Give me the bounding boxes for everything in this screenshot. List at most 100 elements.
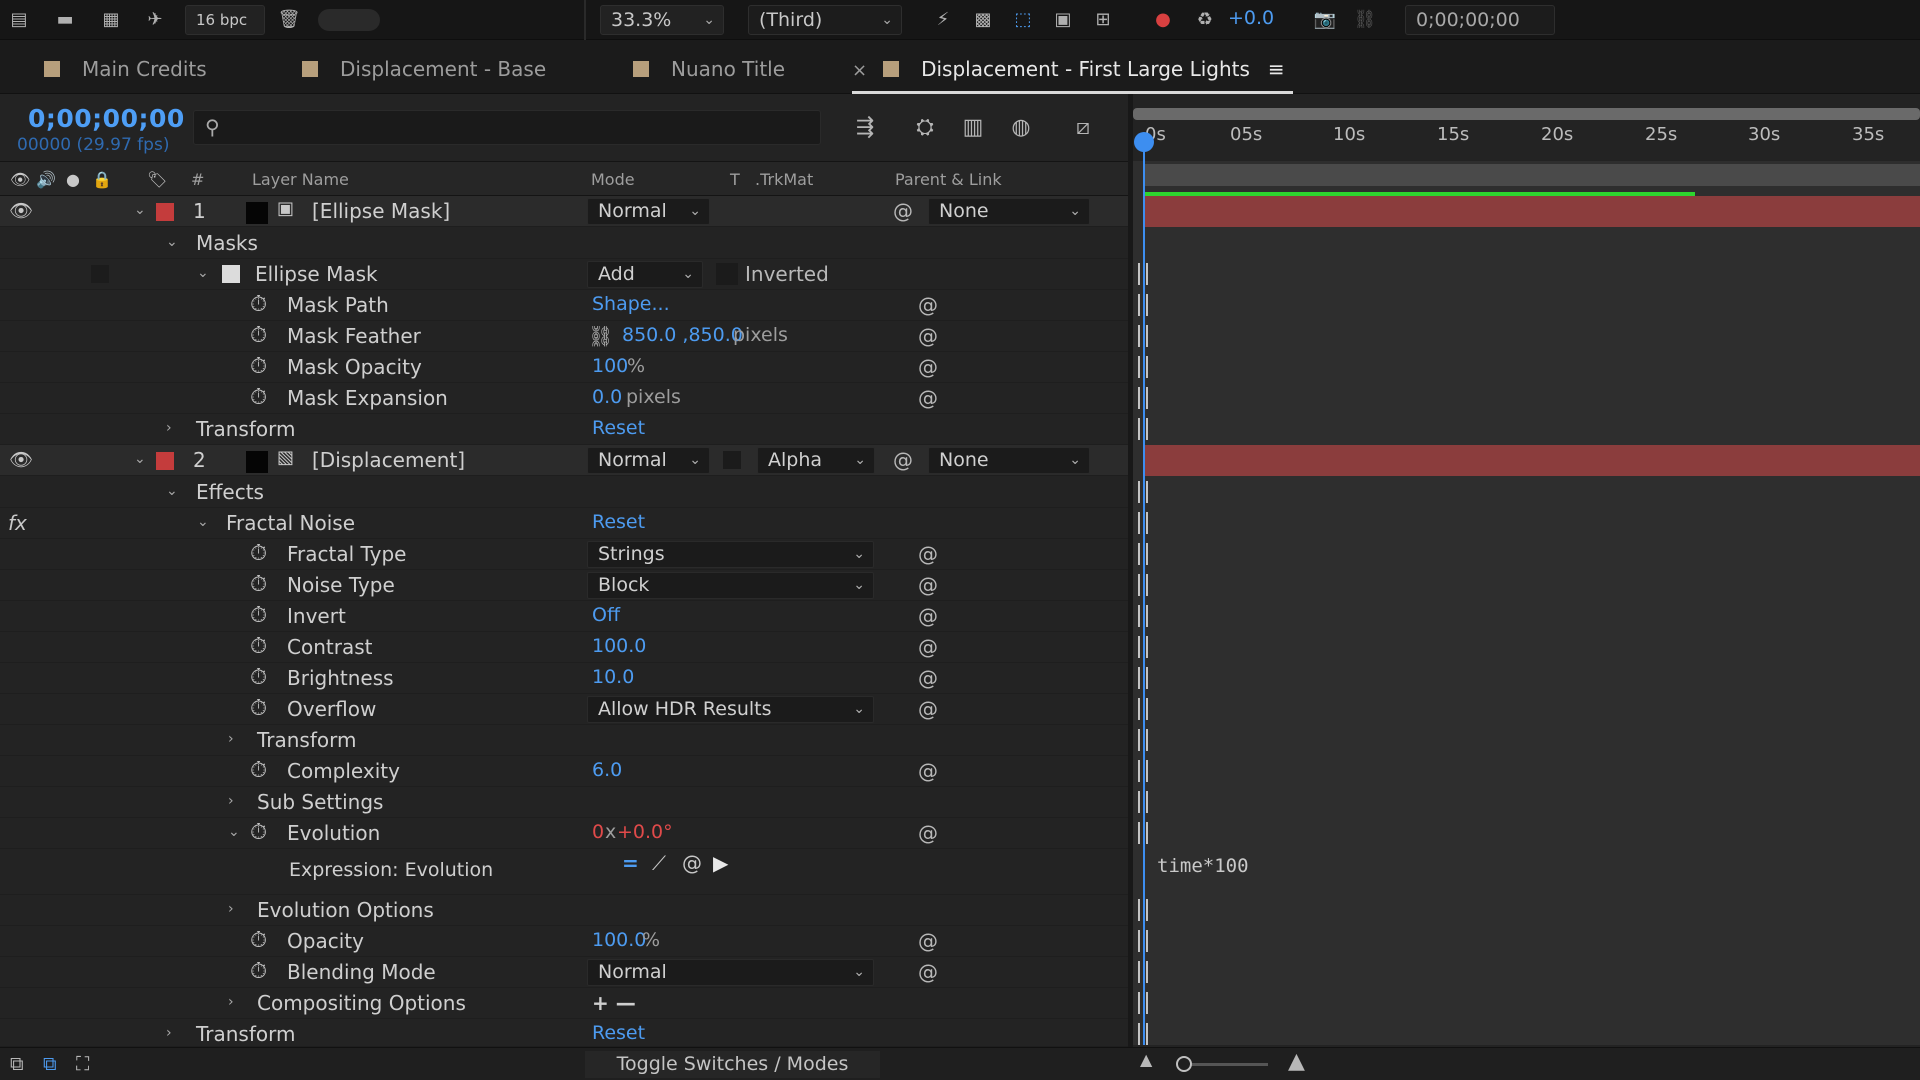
channel-icon[interactable]: ● <box>1150 9 1176 31</box>
motion-blur-icon[interactable]: ◍ <box>1006 114 1036 142</box>
expression-text-field[interactable]: time*100 <box>1157 855 1249 877</box>
layer-name[interactable]: [Ellipse Mask] <box>312 199 450 223</box>
parent-dropdown[interactable]: None ⌄ <box>928 447 1090 474</box>
stopwatch-icon[interactable]: ⏱ <box>250 665 267 690</box>
footage-icon[interactable]: ▦ <box>98 9 124 31</box>
constrain-link-icon[interactable]: ⛓ <box>588 324 613 348</box>
pick-whip-icon[interactable]: @ <box>918 635 938 659</box>
parent-dropdown[interactable]: None ⌄ <box>928 198 1090 225</box>
fx-icon[interactable]: fx <box>8 511 27 535</box>
evolution-revolutions[interactable]: 0 <box>592 821 604 843</box>
chevron-right-icon[interactable]: › <box>228 994 234 1010</box>
resolution-dropdown[interactable]: (Third) ⌄ <box>748 5 902 35</box>
opacity-value[interactable]: 100.0 <box>592 929 646 951</box>
layer-name[interactable]: [Displacement] <box>312 448 465 472</box>
pick-whip-icon[interactable]: @ <box>918 821 938 845</box>
zoom-slider-handle[interactable] <box>1176 1056 1192 1072</box>
chevron-down-icon[interactable]: ⌄ <box>134 202 146 218</box>
stopwatch-icon[interactable]: ⏱ <box>250 758 267 783</box>
layer-1-duration-bar[interactable] <box>1145 196 1920 227</box>
reset-link[interactable]: Reset <box>592 417 645 439</box>
pick-whip-icon[interactable]: @ <box>918 759 938 783</box>
in-out-duration-icon[interactable]: ⛶ <box>76 1053 89 1075</box>
stopwatch-icon[interactable]: ⏱ <box>250 603 267 628</box>
current-time-indicator-head[interactable] <box>1134 132 1154 152</box>
draft-3d-icon[interactable]: ⛭ <box>910 114 940 142</box>
invert-value[interactable]: Off <box>592 604 620 626</box>
chevron-right-icon[interactable]: › <box>228 793 234 809</box>
stopwatch-icon[interactable]: ⏱ <box>250 928 267 953</box>
ellipse-mask-row[interactable]: ⌄ Ellipse Mask Add ⌄ Inverted <box>0 259 1130 290</box>
tab-nuano-title[interactable]: Nuano Title <box>633 54 785 94</box>
transform-row-2[interactable]: › Transform Reset <box>0 1019 1130 1047</box>
trkmat-dropdown[interactable]: Alpha ⌄ <box>757 447 875 474</box>
stopwatch-icon[interactable]: ⏱ <box>250 696 267 721</box>
transform-row-1[interactable]: › Transform Reset <box>0 414 1130 445</box>
pick-whip-icon[interactable]: @ <box>893 448 913 472</box>
mask-color-swatch[interactable] <box>222 265 240 283</box>
transparency-grid-icon[interactable]: ▩ <box>970 9 996 31</box>
complexity-value[interactable]: 6.0 <box>592 759 622 781</box>
chevron-down-icon[interactable]: ⌄ <box>166 483 178 499</box>
pick-whip-icon[interactable]: @ <box>918 293 938 317</box>
chevron-right-icon[interactable]: › <box>228 901 234 917</box>
region-of-interest-icon[interactable]: ▣ <box>1050 9 1076 31</box>
pick-whip-icon[interactable]: @ <box>918 604 938 628</box>
audio-icon[interactable]: 🔊 <box>36 170 56 189</box>
zoom-in-icon[interactable]: ▲ <box>1288 1049 1305 1074</box>
panel-menu-icon[interactable]: ≡ <box>1268 57 1285 81</box>
video-visibility-icon[interactable]: 👁 <box>10 170 30 189</box>
pick-whip-icon[interactable]: @ <box>918 386 938 410</box>
tab-displacement-first-large-lights[interactable]: × Displacement - First Large Lights ≡ <box>852 54 1293 94</box>
close-icon[interactable]: × <box>852 60 867 81</box>
timeline-track-area[interactable] <box>1133 161 1920 1045</box>
sub-settings-row[interactable]: › Sub Settings <box>0 787 1130 818</box>
label-color[interactable] <box>156 452 174 470</box>
chevron-right-icon[interactable]: › <box>166 1025 172 1041</box>
time-navigator-bar[interactable] <box>1133 108 1920 120</box>
contrast-value[interactable]: 100.0 <box>592 635 646 657</box>
mask-lock-box[interactable] <box>91 265 109 283</box>
tab-main-credits[interactable]: Main Credits <box>44 54 207 94</box>
layer-row-2[interactable]: 👁 ⌄ 2 ▧ [Displacement] Normal ⌄ Alpha ⌄ @ … <box>0 445 1130 476</box>
current-time-indicator-line[interactable] <box>1143 140 1145 1045</box>
mask-path-value[interactable]: Shape... <box>592 293 670 315</box>
masks-group-row[interactable]: ⌄ Masks <box>0 228 1130 259</box>
composition-mini-flowchart-icon[interactable]: ⇶ <box>850 114 880 142</box>
grid-guides-icon[interactable]: ⊞ <box>1090 9 1116 31</box>
tab-displacement-base[interactable]: Displacement - Base <box>302 54 546 94</box>
layer-switches-icon[interactable]: ⧉ <box>10 1053 24 1075</box>
trash-icon[interactable]: 🗑 <box>276 9 302 31</box>
fractal-noise-row[interactable]: fx ⌄ Fractal Noise Reset <box>0 508 1130 539</box>
pick-whip-icon[interactable]: @ <box>918 697 938 721</box>
bit-depth-button[interactable]: 16 bpc <box>185 5 265 35</box>
lock-icon[interactable]: 🔒 <box>92 170 112 189</box>
pick-whip-icon[interactable]: @ <box>918 666 938 690</box>
graph-icon[interactable]: ⟋ <box>652 851 666 875</box>
comp-flowchart-icon[interactable]: ▤ <box>6 9 32 31</box>
chevron-down-icon[interactable]: ⌄ <box>197 514 209 530</box>
stopwatch-icon[interactable]: ⏱ <box>250 323 267 348</box>
stopwatch-icon[interactable]: ⏱ <box>250 292 267 317</box>
show-snapshot-icon[interactable]: ⛓ <box>1352 9 1378 31</box>
chevron-down-icon[interactable]: ⌄ <box>228 824 240 840</box>
layer-search-input[interactable] <box>193 110 821 145</box>
stopwatch-icon[interactable]: ⏱ <box>250 354 267 379</box>
graph-editor-icon[interactable]: ⧄ <box>1068 114 1098 142</box>
fx-transform-row[interactable]: › Transform <box>0 725 1130 756</box>
fractal-type-dropdown[interactable]: Strings ⌄ <box>587 541 874 568</box>
enable-expression-icon[interactable]: = <box>622 851 639 875</box>
layer-mode-dropdown[interactable]: Normal ⌄ <box>587 447 710 474</box>
overflow-dropdown[interactable]: Allow HDR Results ⌄ <box>587 696 874 723</box>
label-color[interactable] <box>156 203 174 221</box>
stopwatch-icon[interactable]: ⏱ <box>250 541 267 566</box>
fast-preview-icon[interactable]: ⚡ <box>930 9 956 31</box>
blending-mode-dropdown[interactable]: Normal ⌄ <box>587 959 874 986</box>
solo-icon[interactable]: ● <box>66 170 80 189</box>
add-remove-mask-buttons[interactable]: + — <box>592 991 636 1015</box>
stopwatch-icon[interactable]: ⏱ <box>250 385 267 410</box>
color-management-icon[interactable]: ♻ <box>1192 9 1218 31</box>
preserve-transparency-box[interactable] <box>723 451 741 469</box>
eye-icon[interactable]: 👁 <box>9 448 33 471</box>
reset-link[interactable]: Reset <box>592 1022 645 1044</box>
